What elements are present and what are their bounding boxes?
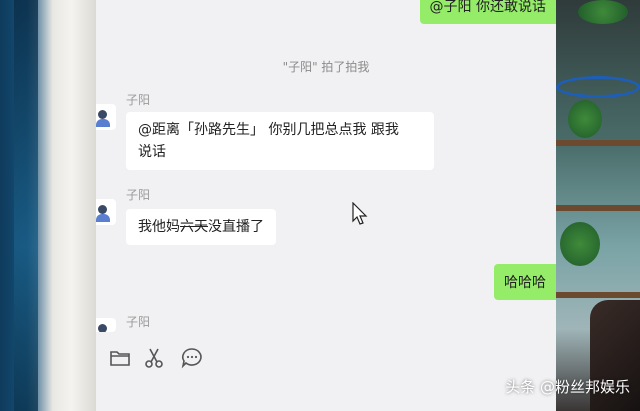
message-bubble[interactable]: @距离「孙路先生」 你别几把总点我 跟我 说话 xyxy=(126,112,434,170)
chat-window: @子阳 你还敢说话 "子阳" 拍了拍我 子阳 @距离「孙路先生」 你别几把总点我… xyxy=(96,0,556,411)
message-text: 没直播了 xyxy=(208,219,264,235)
sender-name: 子阳 xyxy=(126,93,151,107)
background-shelf xyxy=(556,292,640,298)
sender-name: 子阳 xyxy=(126,188,151,202)
scissors-icon[interactable] xyxy=(142,346,166,370)
my-message-text: @子阳 你还敢说话 xyxy=(429,0,546,15)
background-shelf xyxy=(556,140,640,146)
input-toolbar xyxy=(96,340,556,376)
watermark: 头条 @粉丝邦娱乐 xyxy=(505,378,630,396)
background-shelf xyxy=(556,205,640,211)
emoji-icon[interactable] xyxy=(180,346,204,370)
message-bubble[interactable]: 我他妈六天没直播了 xyxy=(126,209,276,245)
system-message: "子阳" 拍了拍我 xyxy=(282,60,370,74)
my-message-bubble[interactable]: 哈哈哈 xyxy=(494,264,556,300)
background-plant xyxy=(568,100,602,138)
folder-icon[interactable] xyxy=(108,346,132,370)
message-text-line: @距离「孙路先生」 你别几把总点我 跟我 xyxy=(138,122,399,138)
message-text: 我他妈 xyxy=(138,219,180,235)
my-message-bubble[interactable]: @子阳 你还敢说话 xyxy=(419,0,556,24)
my-message-text: 哈哈哈 xyxy=(504,275,546,291)
background-plant xyxy=(560,222,600,266)
sender-name: 子阳 xyxy=(126,315,151,329)
avatar[interactable] xyxy=(96,318,116,332)
avatar[interactable] xyxy=(96,199,116,225)
background-curtain-left xyxy=(0,0,96,411)
background-plant xyxy=(578,0,628,24)
struck-text: 六天 xyxy=(180,219,208,235)
message-text-line: 说话 xyxy=(138,144,166,160)
avatar[interactable] xyxy=(96,104,116,130)
background-hoop xyxy=(556,76,640,98)
mouse-cursor-icon xyxy=(352,202,368,225)
